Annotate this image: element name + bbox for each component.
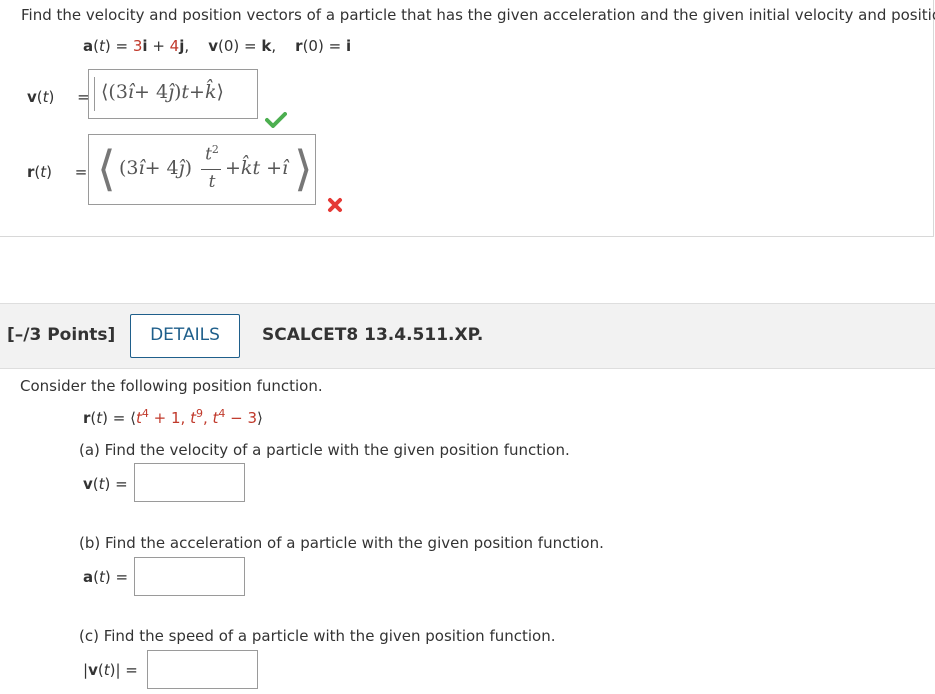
question-code: SCALCET8 13.4.511.XP. — [262, 325, 484, 345]
given-conditions: a(t) = 3i + 4j, v(0) = k, r(0) = i — [83, 37, 352, 55]
position-function: r(t) = ⟨t4 + 1, t9, t4 − 3⟩ — [83, 407, 263, 427]
cross-icon — [328, 198, 342, 212]
question-2-intro: Consider the following position function… — [20, 377, 323, 395]
part-b-text: (b) Find the acceleration of a particle … — [79, 534, 604, 552]
fraction-denominator: t — [208, 172, 216, 192]
question-1-prompt: Find the velocity and position vectors o… — [21, 6, 935, 24]
acceleration-input[interactable] — [134, 557, 245, 596]
r-row-label: r(t) = — [27, 163, 88, 181]
part-b-label: a(t) = — [83, 568, 129, 586]
question-2-header: [–/3 Points] DETAILS SCALCET8 13.4.511.X… — [0, 303, 935, 369]
v-answer-field[interactable]: ⟨(3î + 4ĵ)t + k̂⟩ — [88, 69, 258, 119]
part-c-text: (c) Find the speed of a particle with th… — [79, 627, 556, 645]
details-button[interactable]: DETAILS — [130, 314, 240, 358]
part-a-label: v(t) = — [83, 475, 128, 493]
fraction-bar — [201, 169, 221, 170]
v-row-label: v(t) = — [27, 88, 90, 106]
points-label: [–/3 Points] — [7, 325, 116, 345]
part-a-text: (a) Find the velocity of a particle with… — [79, 441, 570, 459]
part-c-label: |v(t)| = — [83, 661, 138, 679]
speed-input[interactable] — [147, 650, 258, 689]
check-icon — [265, 112, 287, 128]
velocity-input[interactable] — [134, 463, 245, 502]
question-1-card: Find the velocity and position vectors o… — [0, 0, 935, 237]
fraction-numerator: t2 — [205, 143, 219, 165]
r-answer-field[interactable]: ⟨ (3î + 4ĵ) t2 t + k̂t + î ⟩ — [88, 134, 316, 205]
